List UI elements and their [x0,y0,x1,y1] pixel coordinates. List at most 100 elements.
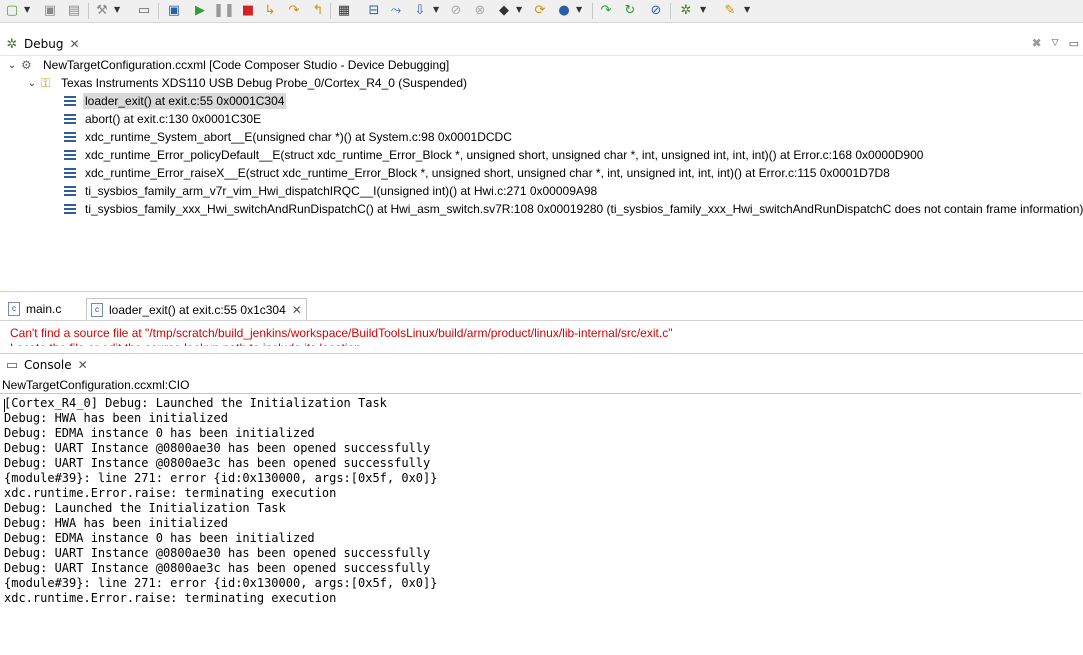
console-line: Debug: HWA has been initialized [4,411,228,425]
chevron-down-icon[interactable]: ⌄ [26,78,38,89]
separator [670,3,671,19]
suspend-icon[interactable]: ❚❚ [213,3,235,19]
resume-icon[interactable]: ▶ [192,3,208,19]
remove-terminated-icon[interactable]: ✖ [1032,36,1042,50]
memory-icon[interactable]: ◆ [496,3,512,19]
grid-icon[interactable]: ▦ [336,3,352,19]
stack-frame-icon [64,96,76,106]
tab-console[interactable]: ▭ Console ✕ [4,354,88,376]
tree-probe-label: Texas Instruments XDS110 USB Debug Probe… [61,76,468,90]
separator [592,3,593,19]
console-line: [Cortex_R4_0] Debug: Launched the Initia… [4,396,387,410]
memory-dropdown-icon[interactable]: ▼ [516,5,522,14]
close-icon[interactable]: ✕ [69,37,79,51]
console-line: Debug: EDMA instance 0 has been initiali… [4,531,315,545]
erase-icon[interactable]: ⊗ [472,3,488,19]
tab-debug[interactable]: ✲ Debug ✕ [4,33,80,55]
stack-frame-icon [64,204,76,214]
stack-frame-row[interactable]: abort() at exit.c:130 0x0001C30E [64,110,263,128]
console-icon: ▭ [5,357,19,373]
separator [330,3,331,19]
stack-frame-label: ti_sysbios_family_xxx_Hwi_switchAndRunDi… [85,202,1083,216]
console-line: {module#39}: line 271: error {id:0x13000… [4,471,438,485]
tree-root[interactable]: ⌄ ⚙ NewTargetConfiguration.ccxml [Code C… [6,56,451,74]
console-line: Debug: EDMA instance 0 has been initiali… [4,426,315,440]
stack-frame-label: xdc_runtime_System_abort__E(unsigned cha… [85,130,512,144]
stack-frame-label: loader_exit() at exit.c:55 0x0001C304 [83,93,287,109]
restart-icon[interactable]: ⤳ [388,3,404,19]
run-to-line-icon[interactable]: ● [556,3,572,19]
source-not-found-message: Can't find a source file at "/tmp/scratc… [10,326,673,340]
stack-frame-label: ti_sysbios_family_arm_v7r_vim_Hwi_dispat… [85,184,598,198]
console-output[interactable]: [Cortex_R4_0] Debug: Launched the Initia… [0,393,1081,655]
c-file-icon: c [91,302,103,317]
load-dropdown-icon[interactable]: ▼ [433,5,439,14]
debug-view: ✲ Debug ✕ ✖ ▽ ▭ ⌄ ⚙ NewTargetConfigurati… [0,33,1083,292]
stack-frame-icon [64,150,76,160]
c-file-icon: c [8,302,20,316]
stack-frame-row[interactable]: xdc_runtime_System_abort__E(unsigned cha… [64,128,514,146]
run-icon[interactable]: ⟳ [532,3,548,19]
editor-tab-bar: c main.c c loader_exit() at exit.c:55 0x… [0,298,1083,321]
console-line: xdc.runtime.Error.raise: terminating exe… [4,591,337,605]
run-dropdown-icon[interactable]: ▼ [576,5,582,14]
console-line: Debug: Launched the Initialization Task [4,501,286,515]
build-dropdown-icon[interactable]: ▼ [114,5,120,14]
tab-main-c[interactable]: c main.c [4,298,65,320]
tools-icon[interactable]: ✲ [678,3,694,19]
tools-dropdown-icon[interactable]: ▼ [700,5,706,14]
tab-loader-label: loader_exit() at exit.c:55 0x1c304 [109,302,286,317]
debug-bug-icon: ✲ [6,36,18,52]
stack-frame-icon [64,186,76,196]
close-icon[interactable]: ✕ [78,358,88,372]
step-over-icon[interactable]: ↷ [286,3,302,19]
console-tab-label: Console [24,358,72,372]
separator [88,3,89,19]
refresh-icon[interactable]: ⊘ [648,3,664,19]
tree-root-label: NewTargetConfiguration.ccxml [Code Compo… [43,58,450,72]
stack-frame-icon [64,132,76,142]
new-icon[interactable]: ▢ [4,3,20,19]
stack-frame-icon [64,168,76,178]
load-program-icon[interactable]: ⇩ [412,3,428,19]
view-menu-icon[interactable]: ▽ [1052,38,1059,48]
stack-frame-row[interactable]: xdc_runtime_Error_raiseX__E(struct xdc_r… [64,164,892,182]
tree-probe[interactable]: ⌄ ⚿ Texas Instruments XDS110 USB Debug P… [26,74,469,92]
stack-frame-row[interactable]: loader_exit() at exit.c:55 0x0001C304 [64,92,287,110]
step-into-icon[interactable]: ↳ [262,3,278,19]
pin-dropdown-icon[interactable]: ▼ [744,5,750,14]
minimize-icon[interactable]: ▭ [1069,37,1079,50]
step-assembly-icon[interactable]: ↷ [598,3,614,19]
step-over-assembly-icon[interactable]: ↻ [622,3,638,19]
console-line: xdc.runtime.Error.raise: terminating exe… [4,486,337,500]
chevron-down-icon[interactable]: ⌄ [6,60,18,71]
close-icon[interactable]: ✕ [292,303,302,317]
terminate-icon[interactable]: ■ [240,3,256,19]
target-config-icon: ⚙ [21,58,32,72]
breakpoint-icon[interactable]: ⊘ [448,3,464,19]
stack-frame-label: xdc_runtime_Error_policyDefault__E(struc… [85,148,924,162]
separator [158,3,159,19]
pin-icon[interactable]: ✎ [722,3,738,19]
debug-icon[interactable]: ▣ [166,3,182,19]
connect-target-icon[interactable]: ⊟ [366,3,382,19]
thread-suspended-icon: ⚿ [41,75,51,90]
step-return-icon[interactable]: ↰ [310,3,326,19]
open-console-icon[interactable]: ▭ [136,3,152,19]
debug-tab-label: Debug [24,37,64,51]
console-title: NewTargetConfiguration.ccxml:CIO [2,378,190,392]
stack-frame-row[interactable]: ti_sysbios_family_xxx_Hwi_switchAndRunDi… [64,200,1083,218]
stack-frame-row[interactable]: ti_sysbios_family_arm_v7r_vim_Hwi_dispat… [64,182,599,200]
console-line: Debug: UART Instance @0800ae30 has been … [4,546,431,560]
console-line: Debug: UART Instance @0800ae30 has been … [4,441,431,455]
view-menu-buttons: ✖ ▽ ▭ [1032,36,1079,50]
new-dropdown-icon[interactable]: ▼ [24,5,30,14]
console-line: Debug: HWA has been initialized [4,516,228,530]
tab-main-label: main.c [26,302,62,316]
build-icon[interactable]: ⚒ [94,3,110,19]
save-icon[interactable]: ▣ [42,3,58,19]
console-line: Debug: UART Instance @0800ae3c has been … [4,561,431,575]
tab-loader-exit[interactable]: c loader_exit() at exit.c:55 0x1c304 ✕ [86,298,307,320]
save-all-icon[interactable]: ▤ [66,3,82,19]
stack-frame-row[interactable]: xdc_runtime_Error_policyDefault__E(struc… [64,146,925,164]
